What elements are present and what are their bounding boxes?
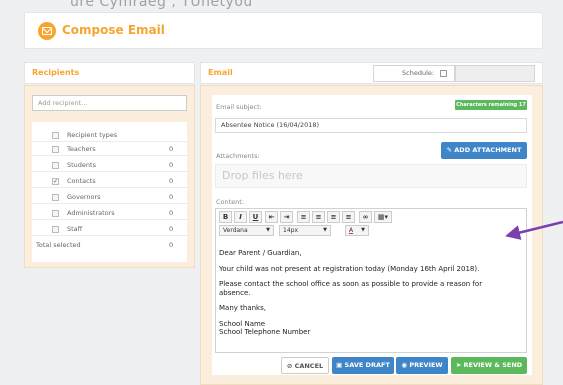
annotation-arrow — [505, 220, 563, 240]
arrow-line — [505, 220, 563, 240]
